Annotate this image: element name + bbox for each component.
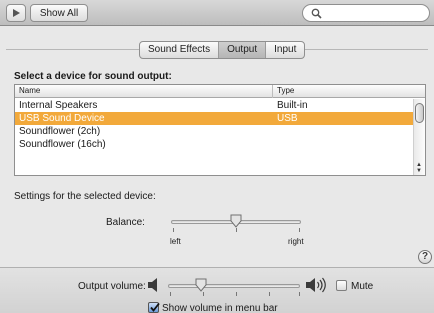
table-header: Name Type <box>15 85 425 98</box>
balance-slider-knob[interactable] <box>230 214 242 228</box>
help-button[interactable]: ? <box>418 250 432 264</box>
slider-tick <box>236 292 237 296</box>
checkmark-icon <box>150 302 160 312</box>
sound-pane: Sound Effects Output Input Select a devi… <box>0 27 434 267</box>
slider-tick <box>170 292 171 296</box>
table-scrollbar[interactable]: ▲ ▼ <box>413 99 425 175</box>
tab-input[interactable]: Input <box>266 42 304 58</box>
output-volume-slider-knob[interactable] <box>195 278 207 292</box>
device-name: USB Sound Device <box>19 113 105 124</box>
device-name: Soundflower (2ch) <box>19 126 101 137</box>
volume-bar: Output volume: Mute Show volume in menu … <box>0 267 434 313</box>
slider-tick <box>269 292 270 296</box>
table-row[interactable]: Internal Speakers Built-in <box>15 99 413 112</box>
column-divider <box>272 85 273 98</box>
show-volume-label: Show volume in menu bar <box>162 303 278 313</box>
output-volume-slider[interactable] <box>168 284 300 288</box>
table-row-selected[interactable]: USB Sound Device USB <box>15 112 413 125</box>
settings-label: Settings for the selected device: <box>14 191 156 202</box>
mute-checkbox[interactable] <box>336 280 347 291</box>
slider-tick <box>203 292 204 296</box>
scrollbar-thumb[interactable] <box>415 103 424 123</box>
play-button[interactable] <box>6 4 26 22</box>
device-table[interactable]: Name Type Internal Speakers Built-in USB… <box>14 84 426 176</box>
play-triangle-icon <box>13 9 20 17</box>
table-row[interactable]: Soundflower (2ch) <box>15 125 413 138</box>
balance-left-label: left <box>170 237 181 246</box>
column-header-name[interactable]: Name <box>19 86 40 95</box>
tab-sound-effects[interactable]: Sound Effects <box>140 42 220 58</box>
scroll-arrows-icon[interactable]: ▲ ▼ <box>416 162 422 174</box>
magnifier-icon <box>311 8 322 19</box>
device-type: USB <box>277 113 298 124</box>
balance-label: Balance: <box>106 217 145 228</box>
slider-tick <box>299 228 300 232</box>
show-all-button[interactable]: Show All <box>30 4 88 22</box>
slider-tick <box>299 292 300 296</box>
slider-tick <box>173 228 174 232</box>
slider-tick <box>236 228 237 232</box>
device-name: Internal Speakers <box>19 100 98 111</box>
tab-output[interactable]: Output <box>219 42 267 58</box>
toolbar: Show All <box>0 0 434 26</box>
show-volume-checkbox[interactable] <box>148 302 160 313</box>
device-type: Built-in <box>277 100 308 111</box>
column-header-type[interactable]: Type <box>277 86 294 95</box>
speaker-low-icon <box>148 278 157 292</box>
speaker-high-icon <box>306 277 326 293</box>
table-row[interactable]: Soundflower (16ch) <box>15 138 413 151</box>
balance-right-label: right <box>288 237 304 246</box>
tab-bar: Sound Effects Output Input <box>139 41 306 59</box>
mute-label: Mute <box>351 281 374 292</box>
device-name: Soundflower (16ch) <box>19 139 106 150</box>
device-list-heading: Select a device for sound output: <box>14 71 172 82</box>
search-field[interactable] <box>302 4 430 22</box>
output-volume-label: Output volume: <box>78 281 146 292</box>
